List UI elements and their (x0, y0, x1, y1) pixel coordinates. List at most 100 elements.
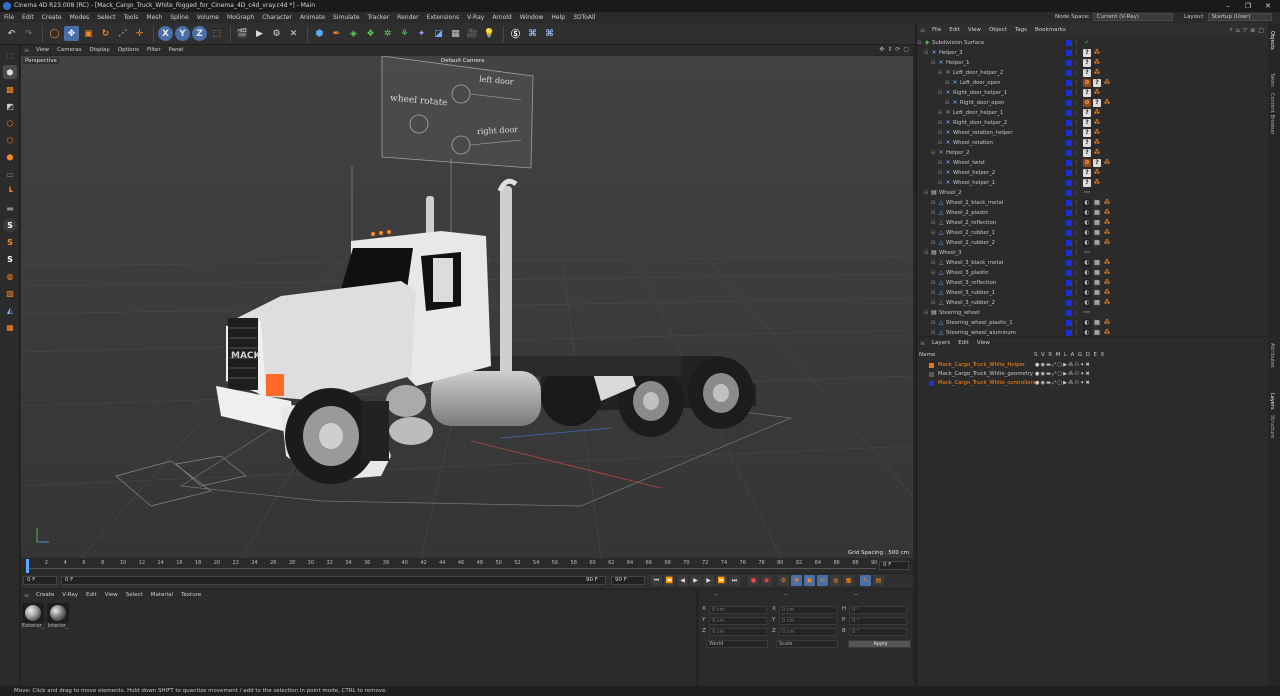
material-menu-edit[interactable]: Edit (82, 590, 101, 600)
layer-color-swatch[interactable] (1066, 210, 1072, 216)
vray-tag-icon[interactable]: ⁂ (1103, 259, 1111, 267)
make-editable-icon[interactable]: ⬚ (3, 48, 17, 62)
texture-mode-icon[interactable]: ▩ (3, 82, 17, 96)
render-picture-viewer-icon[interactable]: ▶ (252, 26, 267, 41)
vray-tag-icon[interactable]: ⁂ (1093, 149, 1101, 157)
search-icon[interactable]: ⌕ (1229, 26, 1232, 34)
visibility-dots-icon[interactable]: ⋮ (1074, 198, 1079, 208)
menu-simulate[interactable]: Simulate (329, 12, 364, 23)
generator-icon[interactable]: ❖ (363, 26, 378, 41)
visibility-dots-icon[interactable]: ⋮ (1074, 328, 1079, 336)
visibility-dots-icon[interactable]: ⋮ (1074, 218, 1079, 228)
object-row[interactable]: ⊟ ▤ Wheel_2 ⋮ ⋯ (917, 188, 1269, 198)
side-tab-objects[interactable]: Objects (1269, 31, 1275, 50)
render-settings-icon[interactable]: ⚙ (269, 26, 284, 41)
expand-toggle-icon[interactable]: ⊟ (924, 48, 928, 58)
layer-color-swatch[interactable] (1066, 180, 1072, 186)
object-row[interactable]: ⊟ ▤ Wheel_3 ⋮ ⋯ (917, 248, 1269, 258)
vray-s-icon-1[interactable]: S (3, 218, 17, 232)
visibility-dots-icon[interactable]: ⋮ (1074, 88, 1079, 98)
scale-tool-icon[interactable]: ▣ (81, 26, 96, 41)
object-row[interactable]: ⊟ ✕ Right_door_open ⋮ ⊘? ⁂ (917, 98, 1269, 108)
constraint-tag-icon[interactable]: ⊘ (1083, 79, 1091, 87)
layer-color-swatch[interactable] (929, 372, 934, 377)
menu-3dtoall[interactable]: 3DToAll (569, 12, 599, 23)
menu-window[interactable]: Window (516, 12, 548, 23)
go-to-end-icon[interactable]: ⏭ (729, 575, 740, 586)
zoom-icon[interactable]: ⇕ (887, 46, 892, 53)
object-row[interactable]: ⊟ ✕ Wheel_rotation_helper ⋮? ⁂ (917, 128, 1269, 138)
phong-tag-icon[interactable]: ◐ (1083, 329, 1091, 336)
visibility-dots-icon[interactable]: ⋮ (1074, 48, 1079, 58)
material-swatch[interactable]: Interior_ (47, 603, 69, 629)
expand-toggle-icon[interactable]: ⊟ (931, 238, 935, 248)
phong-tag-icon[interactable]: ◐ (1083, 299, 1091, 307)
layer-color-swatch[interactable] (1066, 260, 1072, 266)
layer-color-swatch[interactable] (1066, 150, 1072, 156)
vray-s-icon-3[interactable]: S (3, 252, 17, 266)
display-tag-icon[interactable]: ⋯ (1083, 189, 1091, 197)
objects-menu-tags[interactable]: Tags (1011, 23, 1031, 37)
visibility-dots-icon[interactable]: ⋮ (1074, 318, 1079, 328)
vray-tag-icon[interactable]: ⁂ (1093, 49, 1101, 57)
object-row[interactable]: ⊟ △ Wheel_3_reflection ⋮ ◐ ▦ ⁂ (917, 278, 1269, 288)
cube-icon[interactable]: ⬢ (312, 26, 327, 41)
floor-icon[interactable]: ◪ (431, 26, 446, 41)
texture-tag-icon[interactable]: ▦ (1093, 279, 1101, 287)
expand-toggle-icon[interactable]: ⊟ (938, 158, 942, 168)
phong-tag-icon[interactable]: ◐ (1083, 239, 1091, 247)
prev-key-icon[interactable]: ⏪ (664, 575, 675, 586)
visibility-dots-icon[interactable]: ⋮ (1074, 58, 1079, 68)
visibility-dots-icon[interactable]: ⋮ (1074, 188, 1079, 198)
material-menu-select[interactable]: Select (122, 590, 147, 600)
object-row[interactable]: ⊟ ✕ Right_door_helper_1 ⋮? ⁂ (917, 88, 1269, 98)
expand-toggle-icon[interactable]: ⊟ (938, 128, 942, 138)
menu-animate[interactable]: Animate (296, 12, 329, 23)
layer-color-swatch[interactable] (1066, 110, 1072, 116)
layer-color-swatch[interactable] (1066, 240, 1072, 246)
axis-mode-icon[interactable]: ┗ (3, 184, 17, 198)
coord-value-field[interactable]: 0 ° (849, 628, 907, 636)
vray-tag-icon[interactable]: ⁂ (1103, 79, 1111, 87)
render-view-icon[interactable]: 🎬 (235, 26, 250, 41)
sculpt-icon[interactable]: ◭ (3, 303, 17, 317)
minimize-button[interactable]: – (1218, 0, 1238, 12)
expand-toggle-icon[interactable]: ⊟ (931, 208, 935, 218)
phong-tag-icon[interactable]: ◐ (1083, 209, 1091, 217)
expand-toggle-icon[interactable]: ⊟ (938, 108, 942, 118)
layer-color-swatch[interactable] (1066, 230, 1072, 236)
vray-tag-icon[interactable]: ⁂ (1093, 119, 1101, 127)
edges-mode-icon[interactable]: ⬡ (3, 133, 17, 147)
xpresso-tag-icon[interactable]: ? (1083, 179, 1091, 187)
expand-toggle-icon[interactable]: ⊟ (931, 258, 935, 268)
vray-tag-icon[interactable]: ⁂ (1103, 229, 1111, 237)
coord-value-field[interactable]: 0 cm (779, 606, 837, 614)
expand-toggle-icon[interactable]: ⊟ (931, 288, 935, 298)
visibility-dots-icon[interactable]: ⋮ (1074, 258, 1079, 268)
menu-mograph[interactable]: MoGraph (223, 12, 258, 23)
phong-tag-icon[interactable]: ◐ (1083, 279, 1091, 287)
coordinate-system-icon[interactable]: ⬚ (209, 26, 224, 41)
visibility-dots-icon[interactable]: ⋮ (1074, 78, 1079, 88)
autokey-icon[interactable]: ◉ (761, 575, 772, 586)
undo-icon[interactable]: ↶ (4, 26, 19, 41)
expand-toggle-icon[interactable]: ⊟ (931, 58, 935, 68)
viewport-menu-filter[interactable]: Filter (143, 45, 165, 55)
expand-toggle-icon[interactable]: ⊟ (931, 328, 935, 336)
vray-tag-icon[interactable]: ⁂ (1103, 289, 1111, 297)
live-selection-icon[interactable]: ◯ (47, 26, 62, 41)
object-row[interactable]: ⊟ △ Wheel_2_reflection ⋮ ◐ ▦ ⁂ (917, 218, 1269, 228)
menu-modes[interactable]: Modes (66, 12, 93, 23)
side-tab-layers[interactable]: Layers (1269, 393, 1275, 410)
object-row[interactable]: ⊟ ▤ Steering_wheel ⋮ ⋯ (917, 308, 1269, 318)
camera-icon[interactable]: ▦ (448, 26, 463, 41)
expand-toggle-icon[interactable]: ⊟ (917, 38, 921, 48)
field-icon[interactable]: ✦ (414, 26, 429, 41)
expand-toggle-icon[interactable]: ⊟ (931, 318, 935, 328)
home-icon[interactable]: ⌂ (1236, 27, 1240, 34)
subdivision-icon[interactable]: ◈ (346, 26, 361, 41)
texture-tag-icon[interactable]: ▦ (1093, 289, 1101, 297)
keyframe-selection-icon[interactable]: ⚙ (778, 575, 789, 586)
expand-toggle-icon[interactable]: ⊟ (924, 188, 928, 198)
layer-flag-icons[interactable]: ●◉▬⤢▢▶⁂⚇✦✖ (1035, 361, 1091, 370)
